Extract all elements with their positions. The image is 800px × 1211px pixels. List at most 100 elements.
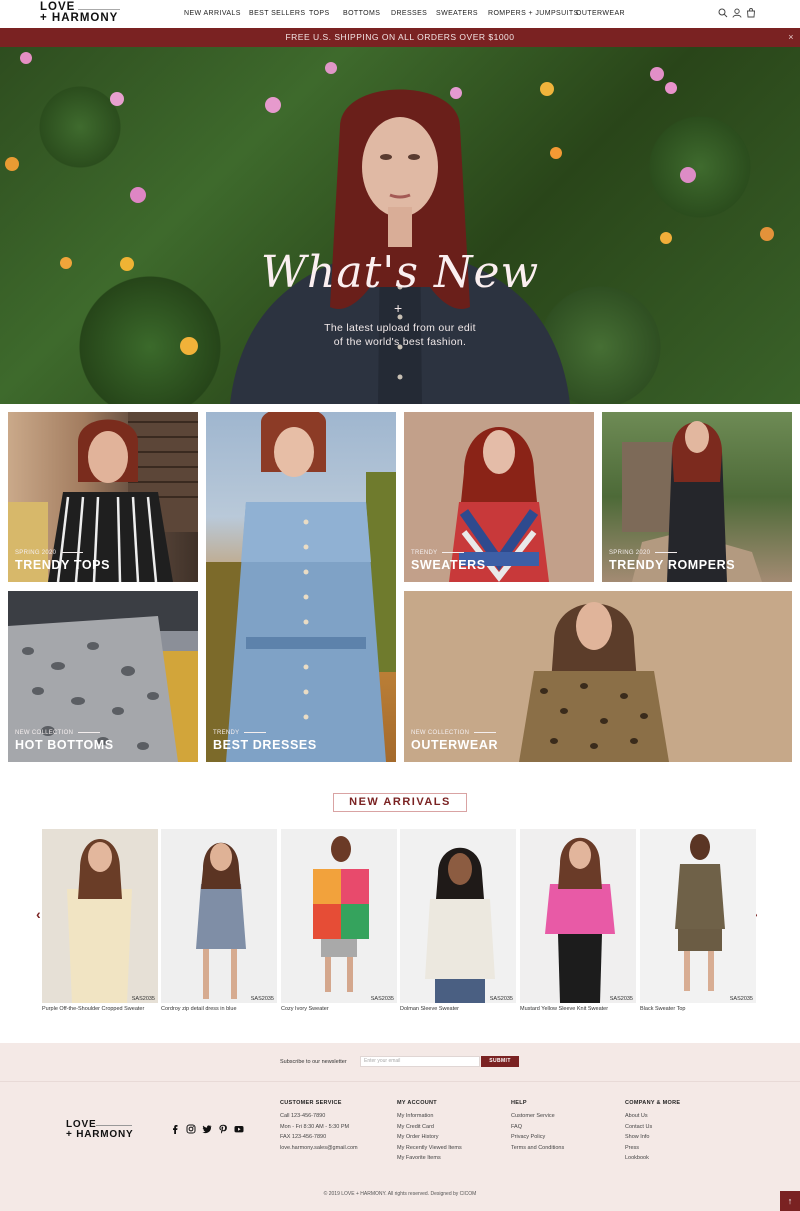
- footer-link-contact-us[interactable]: Contact Us: [625, 1122, 680, 1133]
- category-tile-hot-bottoms[interactable]: NEW COLLECTION HOT BOTTOMS: [8, 591, 198, 762]
- logo-rule: [78, 9, 120, 10]
- product-image: [675, 834, 725, 991]
- close-icon[interactable]: ×: [788, 28, 794, 47]
- product-card[interactable]: SAS2035: [281, 829, 397, 1003]
- hero-model-image: [230, 89, 570, 404]
- category-kicker: SPRING 2020: [15, 550, 83, 556]
- hero-subtitle-line1: The latest upload from our edit: [324, 322, 476, 334]
- product-image: [545, 837, 615, 1003]
- product-card[interactable]: SAS2035: [161, 829, 277, 1003]
- nav-best-sellers[interactable]: BEST SELLERS: [249, 10, 305, 17]
- flower-decoration: [110, 92, 124, 106]
- category-tile-best-dresses[interactable]: TRENDY BEST DRESSES: [206, 412, 396, 762]
- twitter-icon[interactable]: [202, 1124, 212, 1134]
- product-sku: SAS2035: [370, 996, 394, 1002]
- category-tile-trendy-rompers[interactable]: SPRING 2020 TRENDY ROMPERS: [602, 412, 792, 582]
- announcement-bar: FREE U.S. SHIPPING ON ALL ORDERS OVER $1…: [0, 28, 800, 47]
- footer-link-press[interactable]: Press: [625, 1143, 680, 1154]
- footer-email-link[interactable]: love.harmony.sales@gmail.com: [280, 1143, 358, 1154]
- category-title: HOT BOTTOMS: [15, 738, 114, 752]
- facebook-icon[interactable]: [170, 1124, 180, 1134]
- product-name[interactable]: Purple Off-the-Shoulder Cropped Sweater: [42, 1006, 160, 1012]
- product-name[interactable]: Mustard Yellow Sleeve Knit Sweater: [520, 1006, 638, 1012]
- footer-link-show-info[interactable]: Show Info: [625, 1132, 680, 1143]
- nav-tops[interactable]: TOPS: [309, 10, 330, 17]
- nav-sweaters[interactable]: SWEATERS: [436, 10, 478, 17]
- category-image-tops: [8, 412, 198, 582]
- footer-link-favorite-items[interactable]: My Favorite Items: [397, 1153, 462, 1164]
- brand-logo[interactable]: LOVE + HARMONY: [40, 1, 122, 24]
- logo-rule: [96, 1125, 132, 1126]
- product-card[interactable]: SAS2035: [520, 829, 636, 1003]
- category-tile-trendy-tops[interactable]: SPRING 2020 TRENDY TOPS: [8, 412, 198, 582]
- flower-decoration: [680, 167, 696, 183]
- hero-banner[interactable]: What's New + The latest upload from our …: [0, 47, 800, 404]
- product-sku: SAS2035: [729, 996, 753, 1002]
- footer-link-faq[interactable]: FAQ: [511, 1122, 564, 1133]
- site-footer: LOVE + HARMONY CUSTOMER SERVICE Call 123…: [0, 1081, 800, 1211]
- product-card[interactable]: SAS2035: [400, 829, 516, 1003]
- product-name[interactable]: Cozy Ivory Sweater: [281, 1006, 399, 1012]
- footer-link-my-information[interactable]: My Information: [397, 1111, 462, 1122]
- product-image: [196, 842, 246, 999]
- footer-link-customer-service[interactable]: Customer Service: [511, 1111, 564, 1122]
- product-card[interactable]: SAS2035: [640, 829, 756, 1003]
- footer-link-lookbook[interactable]: Lookbook: [625, 1153, 680, 1164]
- newsletter-email-input[interactable]: Enter your email: [360, 1056, 480, 1067]
- category-image-dresses: [206, 412, 396, 762]
- product-card[interactable]: SAS2035: [42, 829, 158, 1003]
- flower-decoration: [20, 52, 32, 64]
- category-kicker: TRENDY: [411, 550, 464, 556]
- footer-link-privacy-policy[interactable]: Privacy Policy: [511, 1132, 564, 1143]
- category-tile-outerwear[interactable]: NEW COLLECTION OUTERWEAR: [404, 591, 792, 762]
- hero-divider: +: [394, 300, 403, 316]
- youtube-icon[interactable]: [234, 1124, 244, 1134]
- back-to-top-button[interactable]: ↑: [780, 1191, 800, 1211]
- category-title: SWEATERS: [411, 558, 486, 572]
- nav-rompers-jumpsuits[interactable]: ROMPERS + JUMPSUITS: [488, 10, 579, 17]
- product-name[interactable]: Cordroy zip detail dress in blue: [161, 1006, 279, 1012]
- footer-logo-line2: + HARMONY: [66, 1129, 134, 1140]
- user-icon[interactable]: [732, 8, 742, 18]
- product-image: [67, 839, 132, 1003]
- footer-column-heading: COMPANY & MORE: [625, 1100, 681, 1106]
- newsletter-submit-button[interactable]: SUBMIT: [481, 1056, 519, 1067]
- product-name[interactable]: Black Sweater Top: [640, 1006, 758, 1012]
- category-title: TRENDY TOPS: [15, 558, 111, 572]
- hero-subtitle-line2: of the world's best fashion.: [333, 336, 467, 348]
- category-kicker: NEW COLLECTION: [411, 730, 496, 736]
- category-tile-sweaters[interactable]: TRENDY SWEATERS: [404, 412, 594, 582]
- nav-new-arrivals[interactable]: NEW ARRIVALS: [184, 10, 241, 17]
- category-image-bottoms: [8, 591, 198, 762]
- instagram-icon[interactable]: [186, 1124, 196, 1134]
- carousel-prev-icon[interactable]: ‹: [36, 906, 41, 922]
- category-title: BEST DRESSES: [213, 738, 317, 752]
- product-name[interactable]: Dolman Sleeve Sweater: [400, 1006, 518, 1012]
- newsletter-section: Subscribe to our newsletter Enter your e…: [0, 1043, 800, 1081]
- nav-bottoms[interactable]: BOTTOMS: [343, 10, 380, 17]
- footer-column-heading: HELP: [511, 1100, 527, 1106]
- product-image: [313, 836, 369, 992]
- footer-link-recently-viewed[interactable]: My Recently Viewed Items: [397, 1143, 462, 1154]
- nav-dresses[interactable]: DRESSES: [391, 10, 427, 17]
- footer-column-help: HELP Customer Service FAQ Privacy Policy…: [511, 1100, 564, 1153]
- announcement-text: FREE U.S. SHIPPING ON ALL ORDERS OVER $1…: [285, 32, 515, 42]
- category-kicker: TRENDY: [213, 730, 266, 736]
- flower-decoration: [660, 232, 672, 244]
- footer-fax: FAX 123-456-7890: [280, 1134, 327, 1140]
- cart-icon[interactable]: [746, 8, 756, 18]
- footer-logo[interactable]: LOVE + HARMONY: [66, 1120, 133, 1140]
- footer-link-terms[interactable]: Terms and Conditions: [511, 1143, 564, 1154]
- category-image-sweaters: [449, 427, 549, 582]
- footer-link-my-credit-card[interactable]: My Credit Card: [397, 1122, 462, 1133]
- pinterest-icon[interactable]: [218, 1124, 228, 1134]
- footer-phone[interactable]: Call 123-456-7890: [280, 1111, 358, 1122]
- footer-link-my-order-history[interactable]: My Order History: [397, 1132, 462, 1143]
- search-icon[interactable]: [718, 8, 728, 18]
- footer-link-about-us[interactable]: About Us: [625, 1111, 680, 1122]
- category-image-outerwear: [519, 602, 669, 762]
- category-kicker: SPRING 2020: [609, 550, 677, 556]
- nav-outerwear[interactable]: OUTERWEAR: [576, 10, 625, 17]
- category-title: OUTERWEAR: [411, 738, 499, 752]
- category-title: TRENDY ROMPERS: [609, 558, 736, 572]
